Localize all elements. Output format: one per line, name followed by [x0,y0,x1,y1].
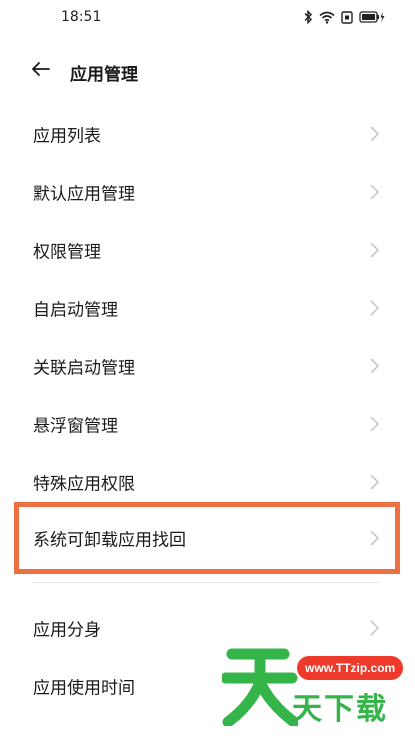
menu-item-label: 特殊应用权限 [33,474,135,495]
arrow-left-icon [31,61,51,81]
watermark-url: www.TTzip.com [297,656,404,680]
menu-item-label: 默认应用管理 [33,184,135,205]
back-button[interactable] [28,58,54,84]
battery-charging-icon [359,11,385,23]
chevron-right-icon [368,357,380,375]
chevron-right-icon [368,125,380,143]
page-title: 应用管理 [70,65,138,85]
menu-item-label: 自启动管理 [33,300,118,321]
menu-item-label: 关联启动管理 [33,358,135,379]
menu-item-label: 应用列表 [33,126,101,147]
section-divider [33,582,379,583]
status-icons [303,10,385,24]
wifi-icon [319,11,335,24]
menu-item-app-list[interactable]: 应用列表 [0,105,415,163]
watermark-tian-glyph [222,648,298,726]
menu-item-floating-window[interactable]: 悬浮窗管理 [0,395,415,453]
status-time: 18:51 [61,9,102,25]
menu-item-label: 应用分身 [33,620,101,641]
header: 应用管理 [0,52,415,92]
watermark-text: 天下载 [292,692,388,727]
watermark-logo: www.TTzip.com 天下载 [222,640,412,730]
chevron-right-icon [368,299,380,317]
chevron-right-icon [368,183,380,201]
highlight-annotation-box [14,502,400,574]
menu-item-label: 权限管理 [33,242,101,263]
menu-item-linked-start[interactable]: 关联启动管理 [0,337,415,395]
chevron-right-icon [368,415,380,433]
chevron-right-icon [368,619,380,637]
menu-item-label: 应用使用时间 [33,678,135,699]
menu-item-permissions[interactable]: 权限管理 [0,221,415,279]
chevron-right-icon [368,241,380,259]
status-bar: 18:51 [0,0,415,36]
sim-icon [341,10,353,24]
bluetooth-icon [303,10,313,24]
menu-item-label: 悬浮窗管理 [33,416,118,437]
chevron-right-icon [368,473,380,491]
menu-item-auto-start[interactable]: 自启动管理 [0,279,415,337]
menu-item-default-apps[interactable]: 默认应用管理 [0,163,415,221]
